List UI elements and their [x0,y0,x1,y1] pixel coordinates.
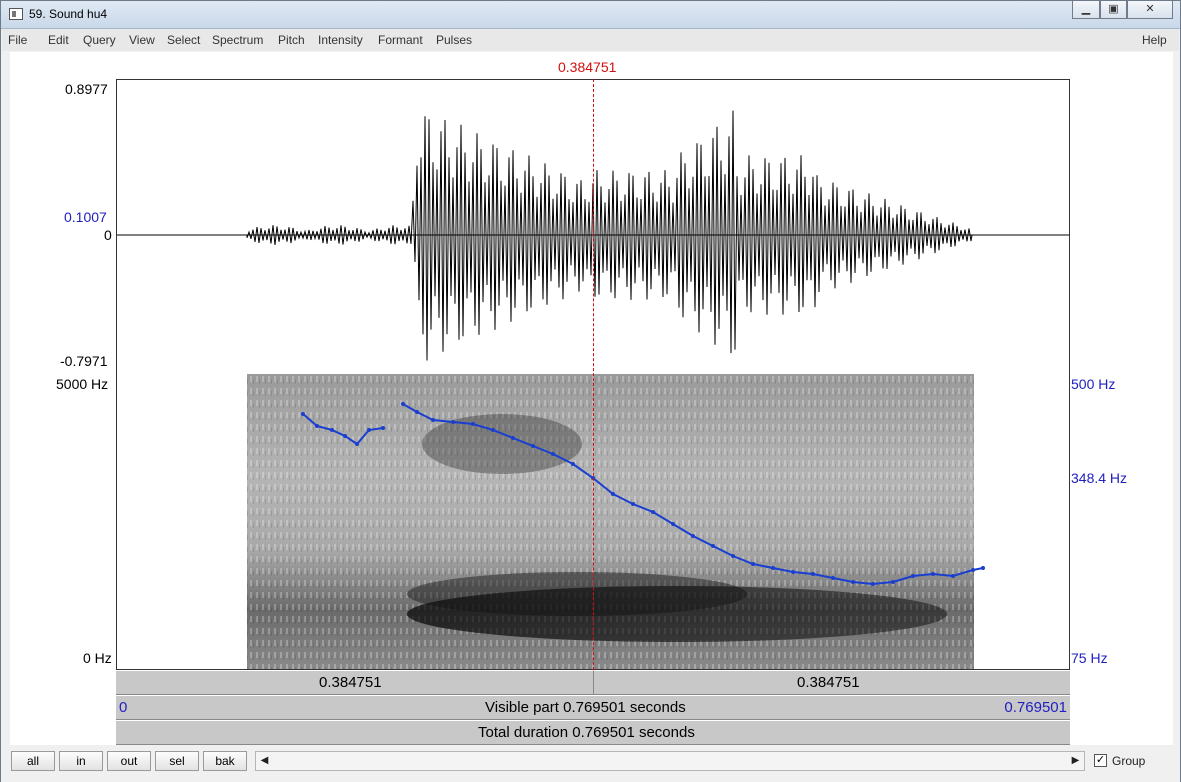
waveform-cursor-value-label: 0.1007 [64,209,107,225]
pitch-point [531,444,535,448]
zoom-back-button[interactable]: bak [203,751,247,771]
pitch-point [711,544,715,548]
pitch-point [355,442,359,446]
pitch-point [301,412,305,416]
checkmark-icon: ✓ [1095,754,1106,766]
menu-query[interactable]: Query [83,33,116,47]
pitch-point [611,492,615,496]
maximize-icon[interactable]: ▣ [1100,1,1127,19]
menu-select[interactable]: Select [167,33,200,47]
window-icon [9,8,23,20]
formant-band-high [422,414,582,474]
left-of-cursor-label: 0.384751 [319,674,382,691]
menu-file[interactable]: File [8,33,27,47]
left-of-cursor-bar[interactable]: 0.384751 [116,670,593,695]
menu-edit[interactable]: Edit [48,33,69,47]
group-checkbox[interactable]: ✓ [1094,754,1107,767]
pitch-point [343,434,347,438]
close-icon[interactable]: ✕ [1127,1,1173,19]
pitch-point [367,428,371,432]
spectrogram-bottom-label: 0 Hz [83,650,112,666]
total-duration-label: Total duration 0.769501 seconds [478,724,695,741]
menu-spectrum[interactable]: Spectrum [212,33,263,47]
pitch-point [731,554,735,558]
pitch-point [691,534,695,538]
pitch-point [551,452,555,456]
pitch-point [401,402,405,406]
zoom-in-button[interactable]: in [59,751,103,771]
visible-end-label: 0.769501 [1004,699,1067,716]
menu-bar: File Edit Query View Select Spectrum Pit… [2,29,1179,51]
pitch-point [415,410,419,414]
pitch-point [851,580,855,584]
total-duration-bar[interactable]: Total duration 0.769501 seconds [116,720,1070,745]
pitch-point [431,418,435,422]
menu-pitch[interactable]: Pitch [278,33,305,47]
pitch-top-label: 500 Hz [1071,376,1116,392]
pitch-point [471,422,475,426]
pitch-point [771,566,775,570]
menu-view[interactable]: View [129,33,155,47]
menu-formant[interactable]: Formant [378,33,423,47]
cursor-line[interactable] [593,79,594,720]
visible-part-bar[interactable]: 0 Visible part 0.769501 seconds 0.769501 [116,695,1070,720]
pitch-point [931,572,935,576]
visible-start-label: 0 [119,699,128,716]
pitch-point [651,510,655,514]
pitch-point [571,462,575,466]
pitch-point [491,428,495,432]
formant-band-mid [407,572,747,616]
pitch-point [951,574,955,578]
minimize-icon[interactable]: ▁ [1072,1,1100,19]
pitch-point [971,568,975,572]
pitch-point [911,574,915,578]
scroll-left-icon[interactable]: ◀ [256,752,273,770]
editor-canvas[interactable]: 0.384751 0.8977 0.1007 0 -0.7971 5000 Hz… [10,52,1173,745]
pitch-point [330,428,334,432]
bottom-toolbar: all in out sel bak ◀ ▶ ✓ Group [1,746,1180,782]
pitch-point [891,580,895,584]
spectrogram-top-label: 5000 Hz [56,376,109,392]
pitch-point [451,420,455,424]
waveform-min-label: -0.7971 [60,353,108,369]
zoom-out-button[interactable]: out [107,751,151,771]
pitch-point [751,562,755,566]
pitch-point [381,426,385,430]
zoom-all-button[interactable]: all [11,751,55,771]
pitch-point [315,424,319,428]
pitch-point [871,582,875,586]
window-title: 59. Sound hu4 [29,7,108,21]
pitch-mid-label: 348.4 Hz [1071,470,1128,486]
scroll-right-icon[interactable]: ▶ [1067,752,1084,770]
praat-sound-window: 59. Sound hu4 ▁ ▣ ✕ File Edit Query View… [0,0,1181,782]
waveform-max-label: 0.8977 [65,81,108,97]
zoom-selection-button[interactable]: sel [155,751,199,771]
pitch-point [671,522,675,526]
menu-intensity[interactable]: Intensity [318,33,363,47]
pitch-point [631,502,635,506]
waveform-zero-label: 0 [104,227,112,243]
menu-help[interactable]: Help [1142,33,1167,47]
right-of-cursor-label: 0.384751 [797,674,860,691]
visible-part-label: Visible part 0.769501 seconds [485,699,686,716]
right-of-cursor-bar[interactable]: 0.384751 [593,670,1070,695]
pitch-bottom-label: 75 Hz [1071,650,1108,666]
menu-pulses[interactable]: Pulses [436,33,472,47]
cursor-time-label: 0.384751 [558,59,617,75]
pitch-point [511,436,515,440]
pitch-point [811,572,815,576]
pitch-point [981,566,985,570]
pitch-point [791,570,795,574]
pitch-point [831,576,835,580]
group-label: Group [1112,754,1146,768]
title-bar[interactable]: 59. Sound hu4 ▁ ▣ ✕ [1,1,1180,29]
time-scrollbar[interactable]: ◀ ▶ [255,751,1085,771]
